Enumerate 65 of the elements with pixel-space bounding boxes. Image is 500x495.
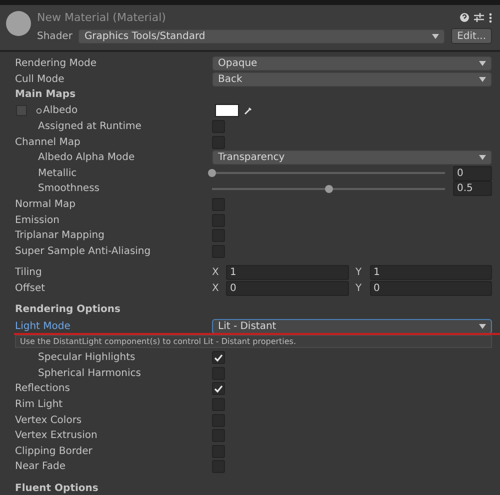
property-label: Offset [15,283,46,294]
caret-icon [479,324,486,329]
caret-icon [479,61,486,66]
check-icon [214,354,223,362]
shader-label: Shader [37,30,72,42]
axis-label: X [212,283,220,294]
slider-thumb[interactable] [324,184,332,193]
property-label: Light Mode [15,320,72,332]
slider-track[interactable] [212,188,445,190]
property-label: Smoothness [38,183,100,194]
section-title: Rendering Options [15,303,122,318]
property-label: Metallic [38,168,78,179]
property-label: Reflections [15,383,71,394]
property-label: Vertex Colors [15,414,83,426]
shader-dropdown[interactable]: Graphics Tools/Standard [78,28,446,44]
section-title: Main Maps [15,88,77,102]
number-field[interactable]: 0 [370,281,492,296]
circle-icon[interactable] [36,108,42,114]
axis-label: X [212,267,220,278]
check-icon [214,384,223,393]
caret-icon [432,34,440,38]
property-label: Tiling [15,267,43,278]
material-title: New Material (Material) [37,11,166,24]
color-swatch[interactable] [215,104,239,118]
section-title: Fluent Options [15,482,100,495]
kebab-icon[interactable] [489,12,492,22]
sliders-icon[interactable] [474,13,484,22]
property-label: Rendering Mode [15,58,98,70]
material-preview [6,11,31,36]
number-field[interactable]: 0 [453,166,492,181]
caret-icon [479,155,486,160]
number-field[interactable]: 0 [226,281,348,296]
eyedropper-icon[interactable] [243,106,253,116]
property-label: Specular Highlights [38,352,136,364]
property-label: Near Fade [15,461,67,472]
property-label: Vertex Extrusion [15,430,98,442]
help-icon[interactable] [460,13,469,22]
property-label: Cull Mode [15,74,66,85]
property-label: Albedo Alpha Mode [38,152,136,164]
texture-slot[interactable] [16,105,27,116]
number-field[interactable]: 0.5 [453,181,492,196]
property-label: Rim Light [15,398,64,410]
dropdown[interactable]: Opaque [212,56,492,72]
property-label: Albedo [43,105,79,116]
dropdown[interactable]: Lit - Distant [212,318,492,334]
number-field[interactable]: 1 [370,265,492,280]
property-label: Spherical Harmonics [38,368,142,379]
property-label: Channel Map [15,136,82,148]
property-label: Clipping Border [15,446,94,457]
edit-button[interactable]: Edit... [451,28,492,44]
property-label: Super Sample Anti-Aliasing [15,246,152,257]
axis-label: Y [356,267,363,278]
property-label: Normal Map [15,199,76,210]
dropdown[interactable]: Back [212,72,492,87]
caret-icon [479,76,486,82]
property-label: Emission [15,214,60,226]
property-label: Assigned at Runtime [38,121,142,132]
slider-thumb[interactable] [208,169,216,178]
property-label: Triplanar Mapping [15,230,106,242]
checkbox[interactable] [212,351,225,364]
number-field[interactable]: 1 [226,265,348,280]
checkbox[interactable] [212,382,225,396]
axis-label: Y [356,283,363,294]
checkbox[interactable] [212,136,225,149]
dropdown[interactable]: Transparency [212,150,492,166]
